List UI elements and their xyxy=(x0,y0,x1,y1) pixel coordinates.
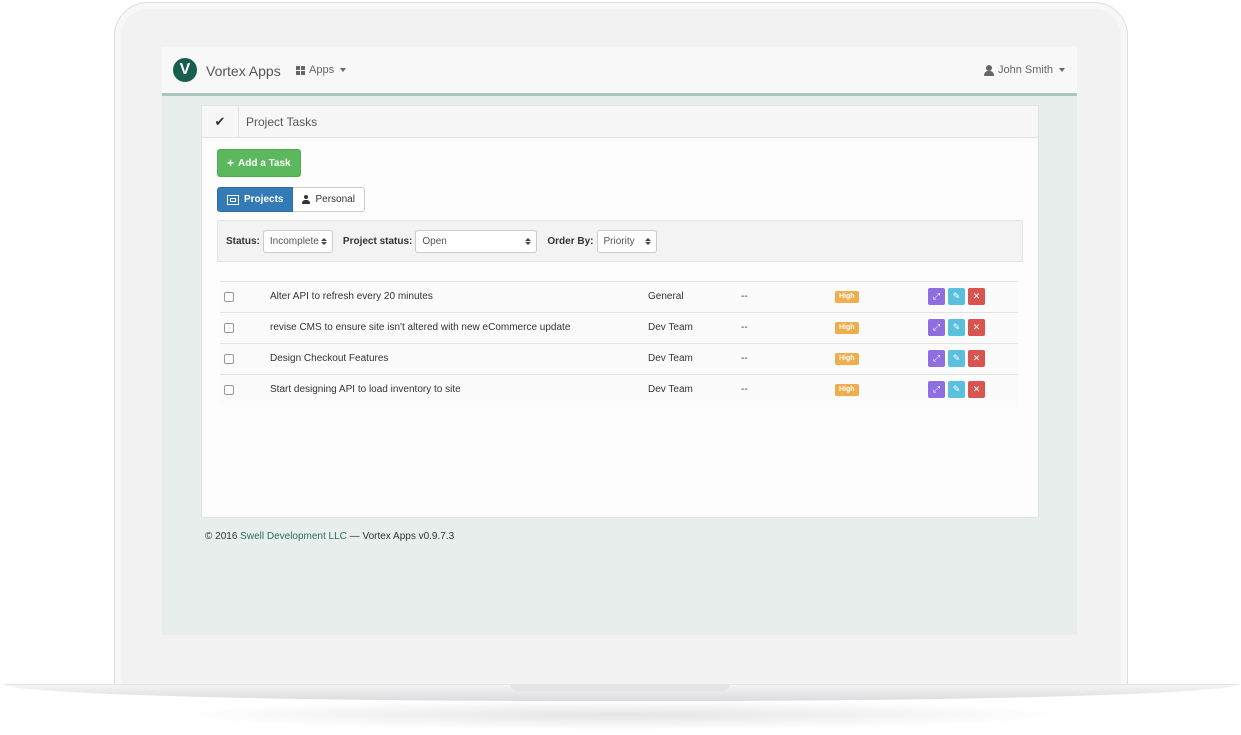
pencil-icon: ✎ xyxy=(952,322,961,332)
expand-button[interactable]: ⤢ xyxy=(928,288,945,305)
tab-projects-label: Projects xyxy=(244,194,284,205)
project-tasks-panel: ✔ Project Tasks + Add a Task Projects Pe… xyxy=(201,105,1039,518)
task-due: -- xyxy=(741,353,748,364)
edit-button[interactable]: ✎ xyxy=(948,319,965,336)
user-menu[interactable]: John Smith xyxy=(983,64,1065,76)
expand-button[interactable]: ⤢ xyxy=(928,350,945,367)
priority-badge: High xyxy=(835,291,859,303)
close-icon: ✕ xyxy=(972,384,981,394)
expand-icon: ⤢ xyxy=(932,384,941,394)
task-due: -- xyxy=(741,291,748,302)
footer-copyright: © 2016 xyxy=(205,531,241,542)
priority-badge: High xyxy=(835,322,859,334)
add-task-button[interactable]: + Add a Task xyxy=(217,149,301,177)
apps-menu-label: Apps xyxy=(309,64,335,76)
task-checkbox[interactable] xyxy=(224,292,234,302)
tab-personal[interactable]: Personal xyxy=(293,187,365,212)
grid-icon xyxy=(296,65,305,75)
task-name[interactable]: Start designing API to load inventory to… xyxy=(270,384,461,395)
status-label: Status: xyxy=(226,235,260,247)
table-row: Alter API to refresh every 20 minutes Ge… xyxy=(220,282,1018,313)
caret-down-icon xyxy=(340,68,347,72)
app-screen: V Vortex Apps Apps John Smith ✔ Project … xyxy=(162,47,1077,635)
task-due: -- xyxy=(741,322,748,333)
edit-button[interactable]: ✎ xyxy=(948,288,965,305)
select-arrows-icon xyxy=(525,237,532,245)
task-due: -- xyxy=(741,384,748,395)
task-actions: ⤢ ✎ ✕ xyxy=(928,350,985,367)
laptop-notch xyxy=(510,684,730,691)
delete-button[interactable]: ✕ xyxy=(968,350,985,367)
status-select-value: Incomplete xyxy=(269,235,319,247)
task-team: Dev Team xyxy=(648,353,693,364)
task-checkbox[interactable] xyxy=(224,354,234,364)
plus-icon: + xyxy=(227,156,235,170)
company-link[interactable]: Swell Development LLC xyxy=(240,531,347,542)
panel-title: Project Tasks xyxy=(246,115,318,129)
delete-button[interactable]: ✕ xyxy=(968,288,985,305)
footer-version: — Vortex Apps v0.9.7.3 xyxy=(346,531,455,542)
projects-icon xyxy=(227,194,239,205)
delete-button[interactable]: ✕ xyxy=(968,319,985,336)
task-actions: ⤢ ✎ ✕ xyxy=(928,319,985,336)
task-team: General xyxy=(648,291,684,302)
project-status-select[interactable]: Open xyxy=(415,229,538,253)
task-name[interactable]: Design Checkout Features xyxy=(270,353,388,364)
expand-button[interactable]: ⤢ xyxy=(928,319,945,336)
priority-badge: High xyxy=(835,384,859,396)
brand-logo[interactable]: V xyxy=(173,58,197,82)
pencil-icon: ✎ xyxy=(952,291,961,301)
select-arrows-icon xyxy=(320,237,327,245)
expand-icon: ⤢ xyxy=(932,322,941,332)
table-row: revise CMS to ensure site isn't altered … xyxy=(220,313,1018,344)
pencil-icon: ✎ xyxy=(952,384,961,394)
task-checkbox[interactable] xyxy=(224,385,234,395)
close-icon: ✕ xyxy=(972,353,981,363)
user-icon xyxy=(983,64,994,76)
task-name[interactable]: revise CMS to ensure site isn't altered … xyxy=(270,322,570,333)
edit-button[interactable]: ✎ xyxy=(948,350,965,367)
footer: © 2016 Swell Development LLC — Vortex Ap… xyxy=(205,531,454,542)
status-select[interactable]: Incomplete xyxy=(262,229,333,253)
brand-name[interactable]: Vortex Apps xyxy=(206,63,281,79)
priority-badge: High xyxy=(835,353,859,365)
task-actions: ⤢ ✎ ✕ xyxy=(928,288,985,305)
tab-projects[interactable]: Projects xyxy=(217,187,294,212)
laptop-shadow xyxy=(160,700,1080,730)
select-arrows-icon xyxy=(644,237,651,245)
task-list: Alter API to refresh every 20 minutes Ge… xyxy=(220,281,1018,405)
person-icon xyxy=(302,195,311,204)
expand-icon: ⤢ xyxy=(932,291,941,301)
panel-header: ✔ Project Tasks xyxy=(202,106,1038,138)
task-team: Dev Team xyxy=(648,384,693,395)
task-name[interactable]: Alter API to refresh every 20 minutes xyxy=(270,291,433,302)
table-row: Start designing API to load inventory to… xyxy=(220,375,1018,405)
apps-menu[interactable]: Apps xyxy=(296,64,347,76)
task-actions: ⤢ ✎ ✕ xyxy=(928,381,985,398)
task-type-toggle: Projects Personal xyxy=(217,187,365,212)
order-by-select-value: Priority xyxy=(603,235,635,247)
close-icon: ✕ xyxy=(972,291,981,301)
add-task-label: Add a Task xyxy=(238,157,291,169)
check-icon: ✔ xyxy=(202,106,239,137)
navbar: V Vortex Apps Apps John Smith xyxy=(162,47,1077,96)
project-status-label: Project status: xyxy=(342,235,413,247)
close-icon: ✕ xyxy=(972,322,981,332)
order-by-label: Order By: xyxy=(547,235,594,247)
table-row: Design Checkout Features Dev Team -- Hig… xyxy=(220,344,1018,375)
expand-icon: ⤢ xyxy=(932,353,941,363)
order-by-select[interactable]: Priority xyxy=(596,229,657,253)
task-team: Dev Team xyxy=(648,322,693,333)
filter-bar: Status: Incomplete Project status: Open … xyxy=(217,220,1023,262)
delete-button[interactable]: ✕ xyxy=(968,381,985,398)
user-name: John Smith xyxy=(997,64,1053,76)
task-checkbox[interactable] xyxy=(224,323,234,333)
pencil-icon: ✎ xyxy=(952,353,961,363)
tab-personal-label: Personal xyxy=(315,194,355,205)
expand-button[interactable]: ⤢ xyxy=(928,381,945,398)
project-status-select-value: Open xyxy=(422,235,447,247)
caret-down-icon xyxy=(1059,68,1065,72)
edit-button[interactable]: ✎ xyxy=(948,381,965,398)
